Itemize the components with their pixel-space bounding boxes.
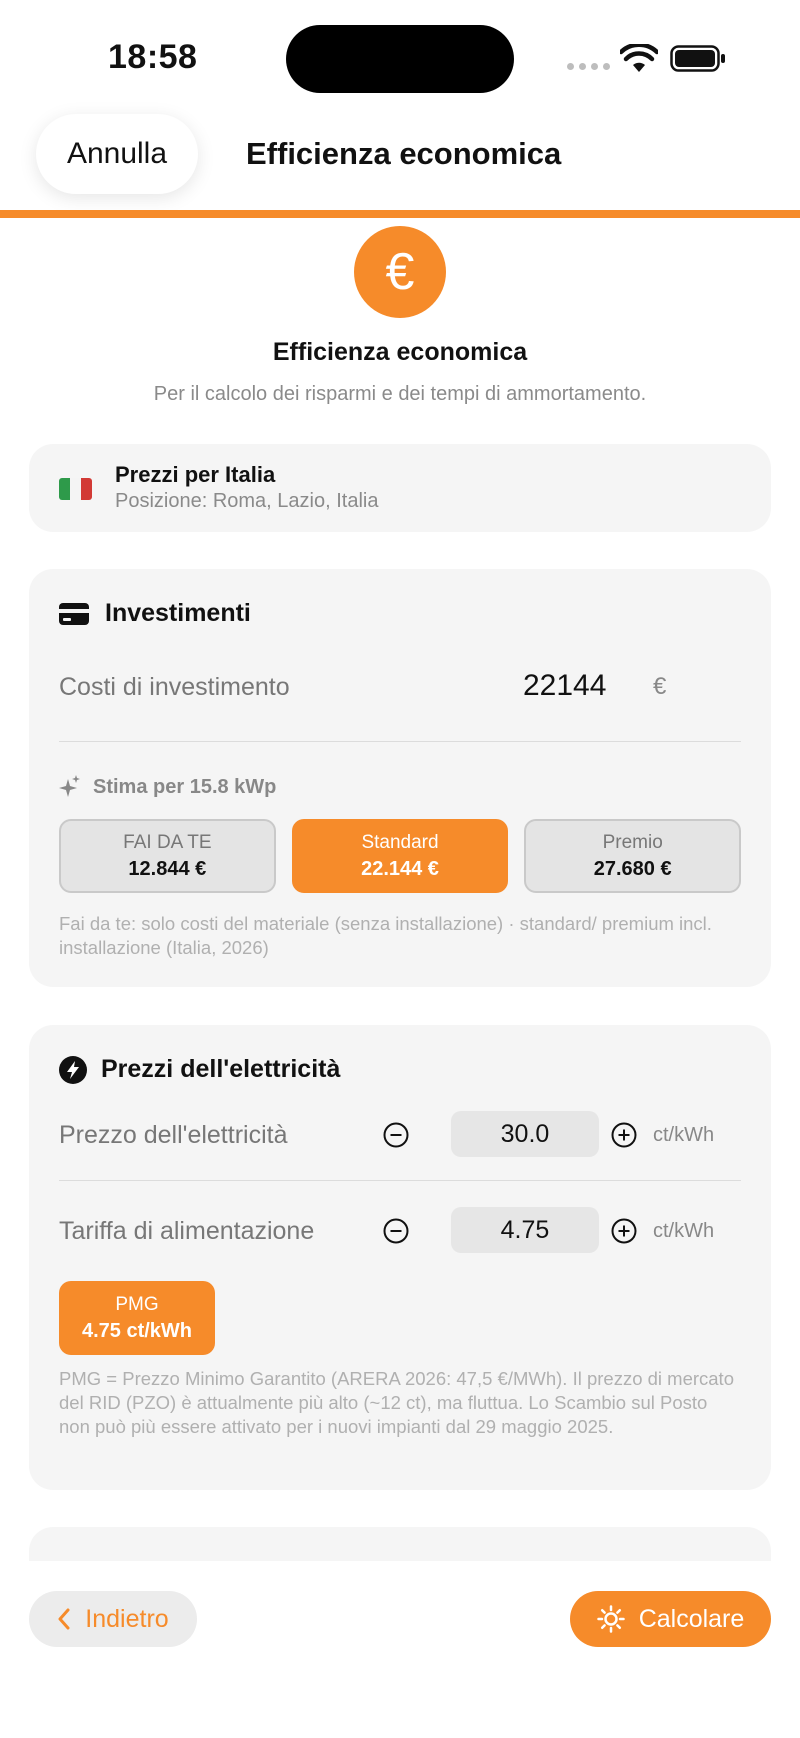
investment-title: Investimenti <box>105 599 251 627</box>
electricity-price-unit: ct/kWh <box>653 1124 715 1146</box>
next-card <box>29 1527 771 1561</box>
navigation-bar: Annulla Efficienza economica <box>0 110 800 210</box>
back-button-label: Indietro <box>85 1604 169 1633</box>
location-card: Prezzi per Italia Posizione: Roma, Lazio… <box>29 444 771 532</box>
feed-in-tariff-input[interactable]: 4.75 <box>451 1207 599 1253</box>
battery-icon <box>670 45 725 72</box>
section-title: Efficienza economica <box>272 338 528 366</box>
cellular-signal-icon <box>567 63 610 70</box>
electricity-price-input[interactable]: 30.0 <box>451 1111 599 1157</box>
section-subtitle: Per il calcolo dei risparmi e dei tempi … <box>153 383 647 405</box>
feed-in-tariff-unit: ct/kWh <box>653 1220 715 1242</box>
cancel-button[interactable]: Annulla <box>36 114 198 194</box>
page-title: Efficienza economica <box>246 136 562 171</box>
euro-icon: € <box>354 226 446 318</box>
progress-bar <box>0 210 800 218</box>
plus-circle-icon[interactable] <box>611 1122 637 1148</box>
investment-cost-unit: € <box>653 673 667 700</box>
pmg-name: PMG <box>115 1293 159 1315</box>
feed-in-tariff-label: Tariffa di alimentazione <box>59 1217 315 1245</box>
bottom-bar: Indietro Calcolare <box>0 1561 800 1738</box>
preset-name: Premio <box>602 831 663 853</box>
estimate-label: Stima per 15.8 kWp <box>93 775 277 798</box>
sparkle-icon <box>59 775 80 797</box>
plus-circle-icon[interactable] <box>611 1218 637 1244</box>
preset-diy-button[interactable]: FAI DA TE 12.844 € <box>59 819 276 893</box>
pmg-preset-button[interactable]: PMG 4.75 ct/kWh <box>59 1281 215 1355</box>
electricity-title: Prezzi dell'elettricità <box>101 1055 341 1083</box>
preset-value: 12.844 € <box>128 857 207 880</box>
investment-header: Investimenti <box>59 599 251 628</box>
minus-circle-icon[interactable] <box>383 1218 409 1244</box>
minus-circle-icon[interactable] <box>383 1122 409 1148</box>
credit-card-icon <box>59 602 89 625</box>
preset-name: Standard <box>361 831 439 853</box>
dynamic-island <box>286 25 514 93</box>
wifi-icon <box>620 44 658 72</box>
investment-cost-input[interactable]: 22144 <box>523 669 606 703</box>
calculate-button-label: Calcolare <box>638 1604 745 1633</box>
status-time: 18:58 <box>108 38 198 76</box>
calculate-button[interactable]: Calcolare <box>570 1591 771 1647</box>
back-button[interactable]: Indietro <box>29 1591 197 1647</box>
preset-selector: FAI DA TE 12.844 € Standard 22.144 € Pre… <box>59 819 742 893</box>
divider <box>59 1180 741 1181</box>
estimate-row: Stima per 15.8 kWp <box>59 775 276 799</box>
investment-cost-label: Costi di investimento <box>59 673 290 701</box>
electricity-prices-card: Prezzi dell'elettricità Prezzo dell'elet… <box>29 1025 771 1490</box>
investment-card: Investimenti Costi di investimento 22144… <box>29 569 771 987</box>
investment-cost-row: Costi di investimento 22144 € <box>59 669 741 713</box>
feed-in-tariff-row: Tariffa di alimentazione 4.75 ct/kWh <box>59 1207 741 1255</box>
investment-note: Fai da te: solo costi del materiale (sen… <box>59 913 712 958</box>
progress-bar-fill <box>0 210 800 218</box>
electricity-price-label: Prezzo dell'elettricità <box>59 1121 288 1149</box>
location-subtitle: Posizione: Roma, Lazio, Italia <box>115 490 379 512</box>
sun-icon <box>596 1605 625 1633</box>
preset-premium-button[interactable]: Premio 27.680 € <box>524 819 742 893</box>
preset-value: 27.680 € <box>593 857 672 880</box>
bolt-icon <box>59 1055 87 1084</box>
pmg-note: PMG = Prezzo Minimo Garantito (ARERA 202… <box>59 1368 734 1437</box>
location-title: Prezzi per Italia <box>115 462 276 487</box>
electricity-header: Prezzi dell'elettricità <box>59 1055 340 1084</box>
chevron-left-icon <box>58 1608 70 1630</box>
preset-name: FAI DA TE <box>123 831 212 853</box>
italy-flag-icon <box>59 478 92 500</box>
electricity-price-row: Prezzo dell'elettricità 30.0 ct/kWh <box>59 1111 741 1159</box>
pmg-value: 4.75 ct/kWh <box>81 1319 193 1342</box>
preset-value: 22.144 € <box>361 857 439 880</box>
preset-standard-button[interactable]: Standard 22.144 € <box>291 819 509 893</box>
status-bar: 18:58 <box>0 0 800 110</box>
divider <box>59 741 741 742</box>
